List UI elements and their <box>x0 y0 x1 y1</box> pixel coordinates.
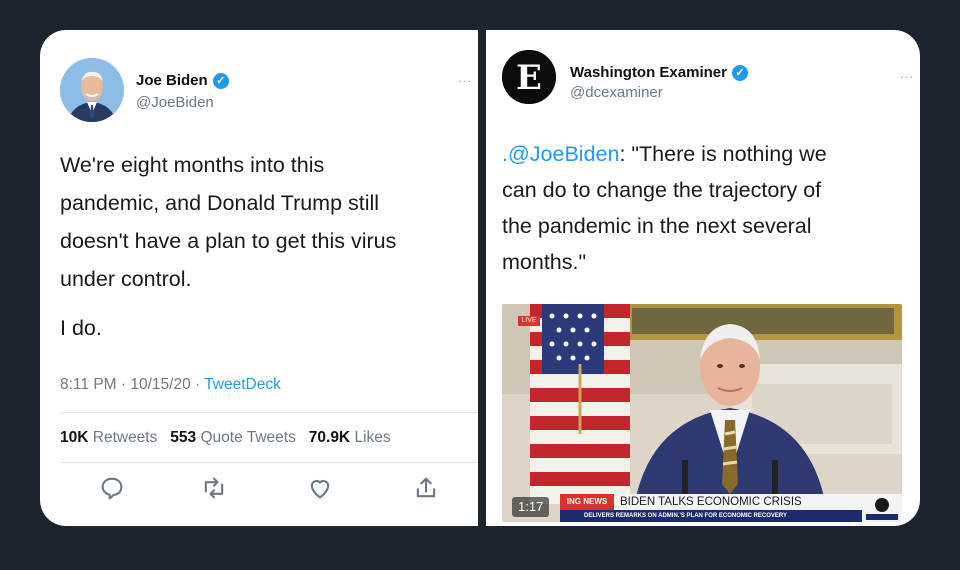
live-badge: LIVE <box>521 317 537 324</box>
likes-stat[interactable]: 70.9K Likes <box>309 429 391 446</box>
tweet-body: We're eight months into this pandemic, a… <box>60 146 396 298</box>
tweet-line: We're eight months into this <box>60 153 325 177</box>
subline: DELIVERS REMARKS ON ADMIN.'S PLAN FOR EC… <box>560 510 862 522</box>
mention-link[interactable]: .@JoeBiden <box>502 142 619 166</box>
tweet-line: the pandemic in the next several <box>502 214 812 238</box>
author-name-text[interactable]: Washington Examiner <box>570 64 727 81</box>
verified-badge-icon: ✓ <box>212 72 229 89</box>
handle[interactable]: @dcexaminer <box>570 84 663 101</box>
screenshot-frame: Joe Biden ✓ @JoeBiden ... We're eight mo… <box>40 30 920 526</box>
tweet-line: can do to change the trajectory of <box>502 178 822 202</box>
author-name[interactable]: Joe Biden ✓ <box>136 72 229 89</box>
source-link[interactable]: TweetDeck <box>204 376 281 393</box>
author-name-text[interactable]: Joe Biden <box>136 72 208 89</box>
quote-text: : "There is nothing we <box>619 142 827 166</box>
avatar[interactable] <box>60 58 124 122</box>
headline: BIDEN TALKS ECONOMIC CRISIS <box>614 494 862 510</box>
video-player[interactable]: 1:17 LIVE ING NEWS BIDEN TALKS ECONOMIC … <box>502 304 902 522</box>
like-icon[interactable] <box>306 474 334 502</box>
tweet-line: months." <box>502 250 587 274</box>
network-logo-icon <box>862 494 902 522</box>
divider <box>60 412 478 413</box>
network-label: ING NEWS <box>560 494 614 510</box>
tweet-body-second: I do. <box>60 316 102 340</box>
reply-icon[interactable] <box>98 474 126 502</box>
more-options-icon[interactable]: ... <box>458 70 472 85</box>
tweet-stats: 10K Retweets 553 Quote Tweets 70.9K Like… <box>60 429 391 447</box>
tweet-actions <box>40 474 478 502</box>
divider <box>60 462 478 463</box>
tweet-meta: 8:11 PM · 10/15/20 · TweetDeck <box>60 376 281 394</box>
panel-divider <box>478 30 486 526</box>
tweet-line: .@JoeBiden: "There is nothing we <box>502 136 827 172</box>
retweets-stat[interactable]: 10K Retweets <box>60 429 157 446</box>
tweet-body: .@JoeBiden: "There is nothing we can do … <box>502 136 827 280</box>
retweet-icon[interactable] <box>200 474 228 502</box>
svg-text:E: E <box>516 58 542 98</box>
news-ticker: ING NEWS BIDEN TALKS ECONOMIC CRISIS DEL… <box>502 494 902 522</box>
author-name[interactable]: Washington Examiner ✓ <box>570 64 748 81</box>
timestamp[interactable]: 8:11 PM · 10/15/20 · <box>60 376 204 393</box>
tweet-line: doesn't have a plan to get this virus <box>60 229 397 253</box>
tweet-line: under control. <box>60 267 192 291</box>
tweet-washington-examiner: E Washington Examiner ✓ @dcexaminer ... … <box>486 30 920 526</box>
more-options-icon[interactable]: ... <box>900 66 914 81</box>
quote-tweets-stat[interactable]: 553 Quote Tweets <box>170 429 296 446</box>
video-frame <box>502 304 902 522</box>
verified-badge-icon: ✓ <box>731 64 748 81</box>
handle[interactable]: @JoeBiden <box>136 94 214 111</box>
share-icon[interactable] <box>412 474 440 502</box>
avatar[interactable]: E <box>502 50 556 104</box>
tweet-line: pandemic, and Donald Trump still <box>60 191 380 215</box>
tweet-joe-biden: Joe Biden ✓ @JoeBiden ... We're eight mo… <box>40 30 478 526</box>
